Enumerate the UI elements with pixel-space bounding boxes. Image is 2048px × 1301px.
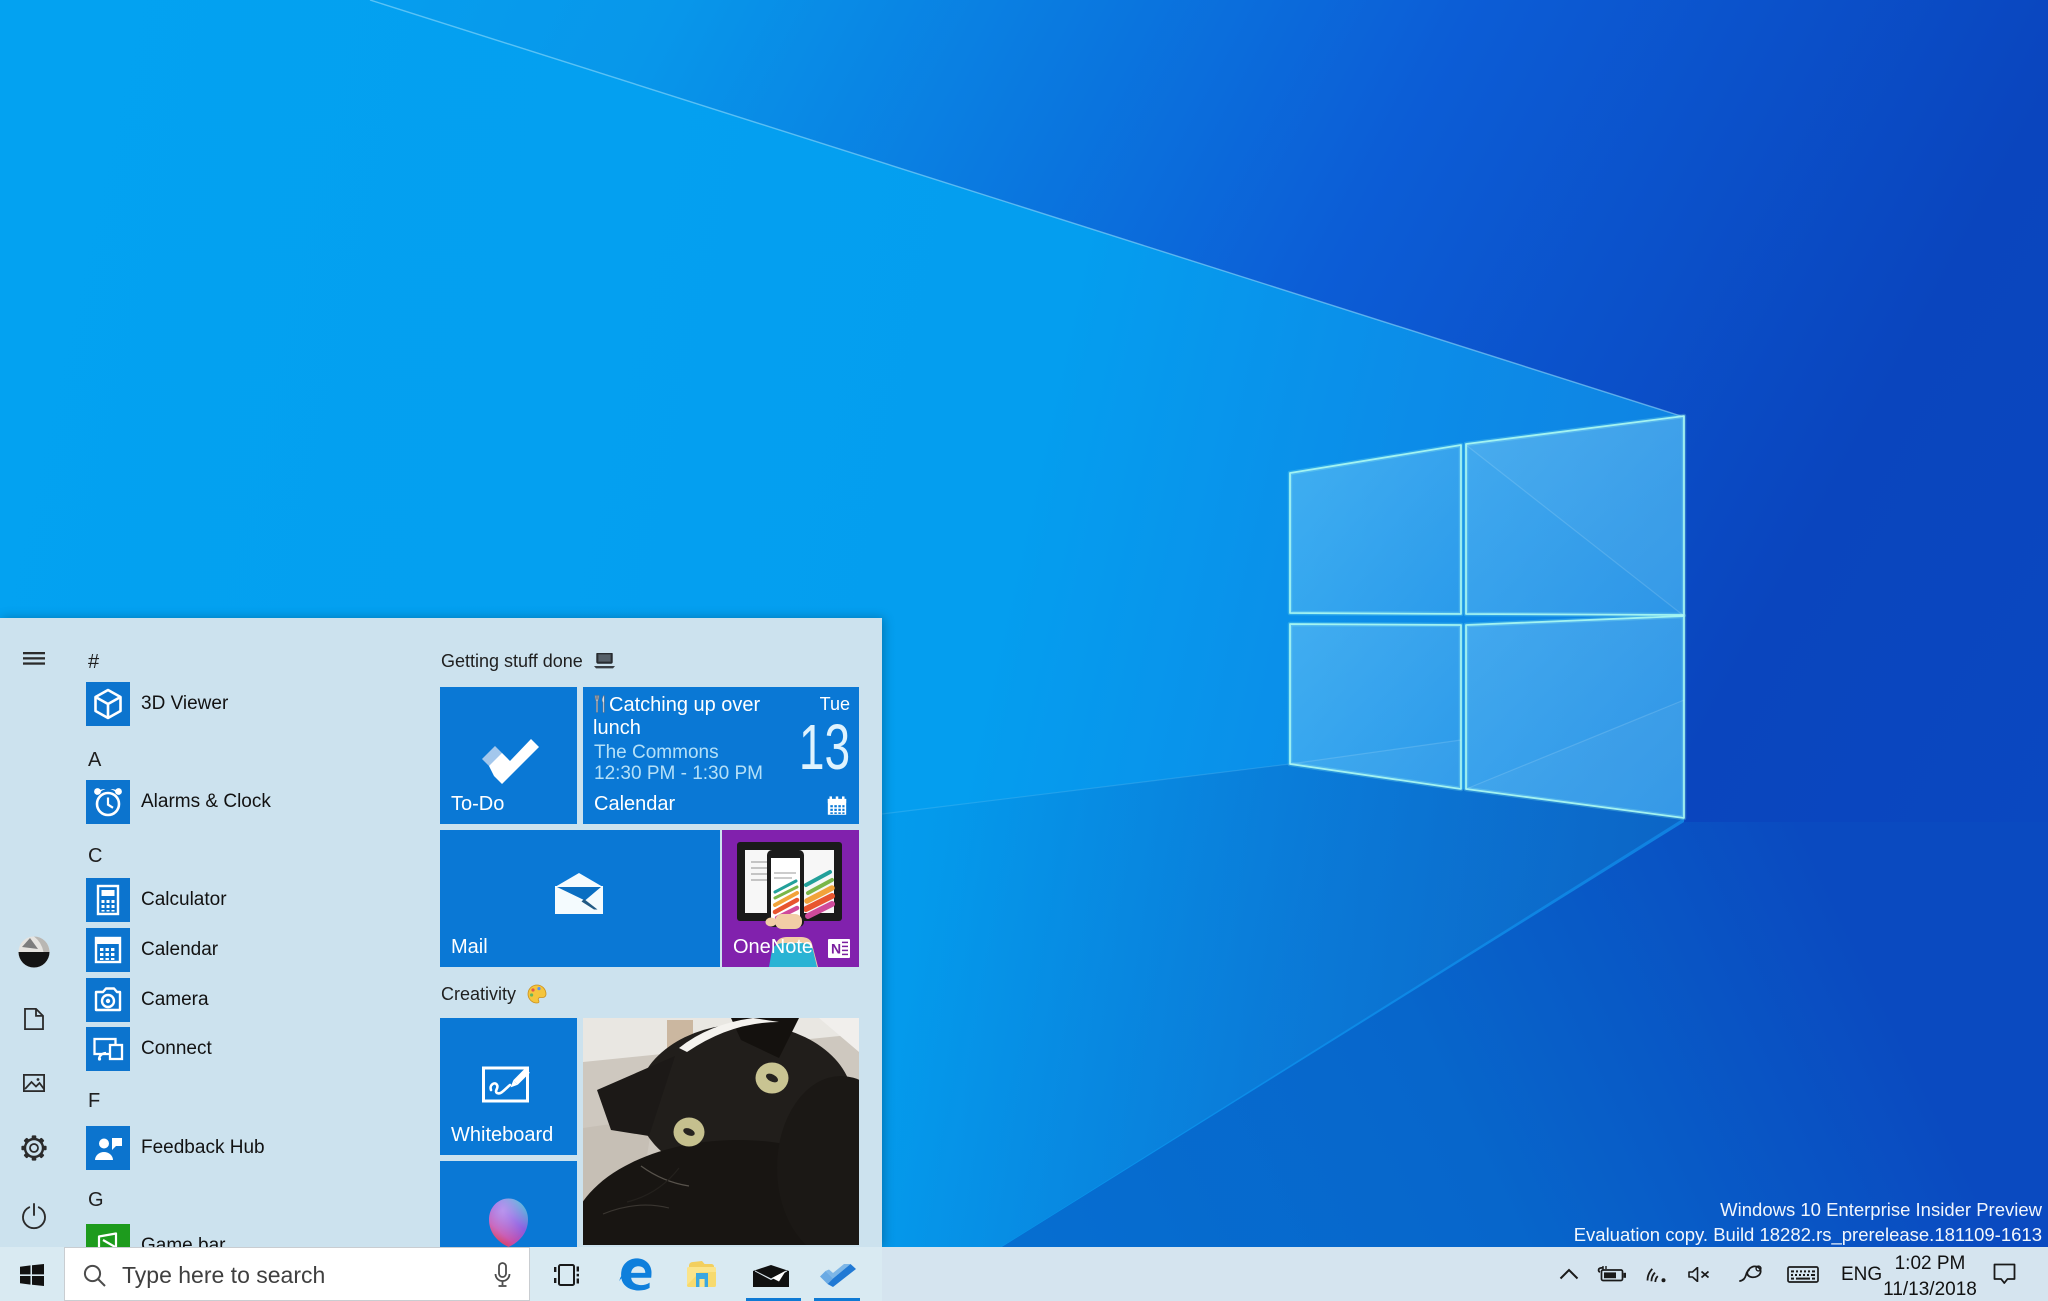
svg-text:N: N <box>831 941 841 957</box>
